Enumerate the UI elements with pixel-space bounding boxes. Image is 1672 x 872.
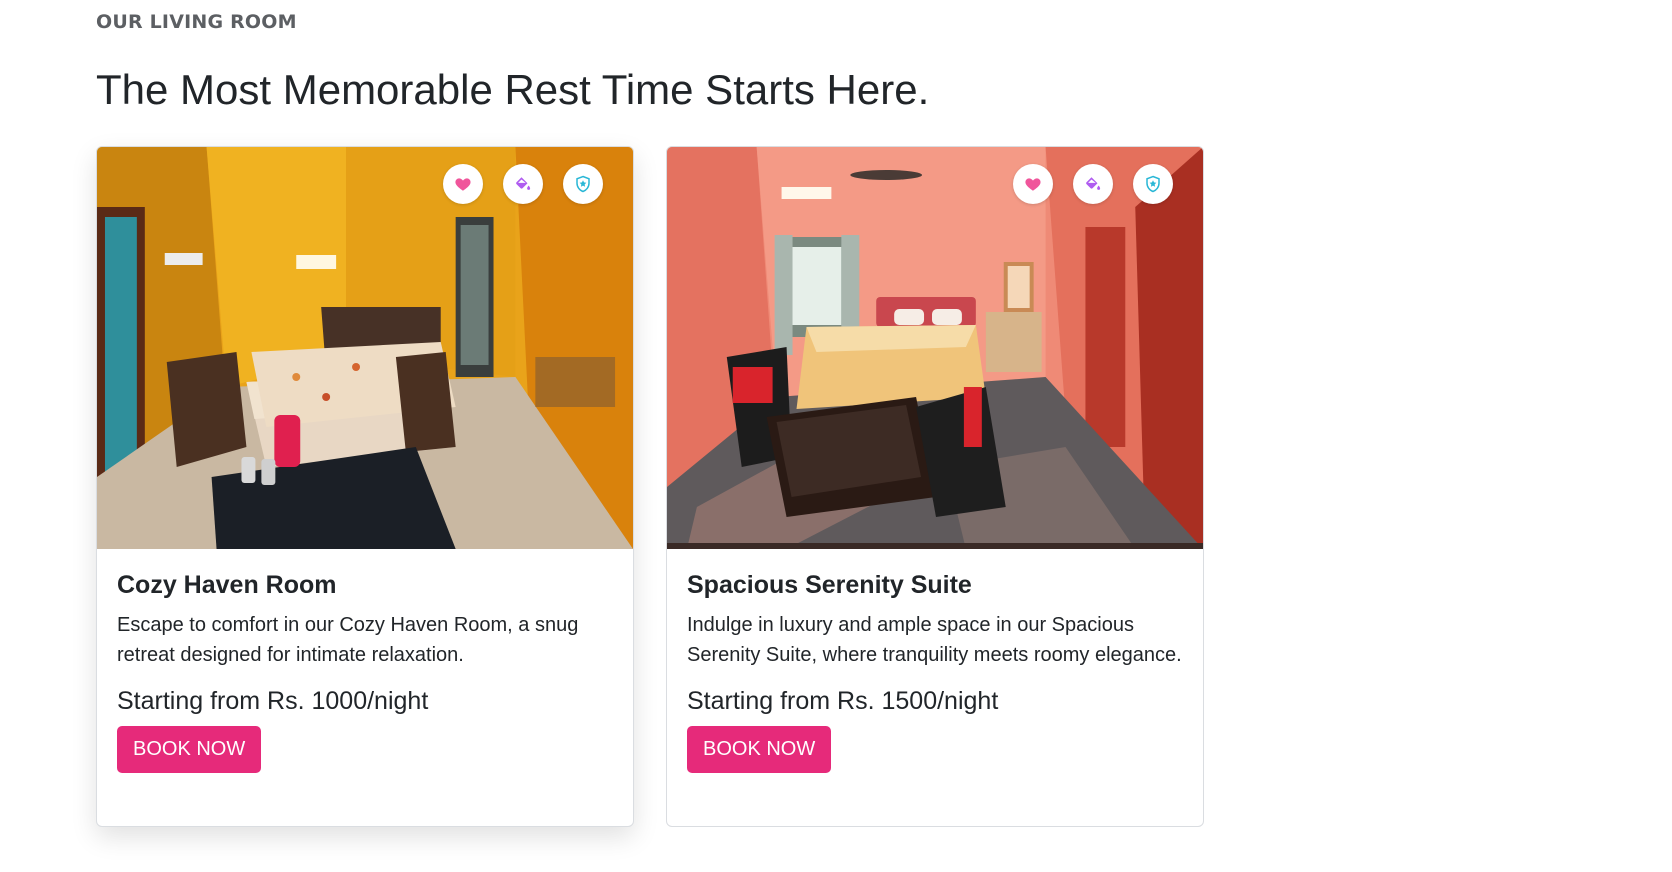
heart-icon — [455, 178, 471, 191]
shield-icon — [1146, 175, 1160, 193]
section-eyebrow: OUR LIVING ROOM — [96, 11, 297, 33]
shield-icon — [576, 175, 590, 193]
security-badge[interactable] — [1133, 164, 1173, 204]
security-badge[interactable] — [563, 164, 603, 204]
room-title: Spacious Serenity Suite — [687, 571, 972, 599]
favorite-badge[interactable] — [1013, 164, 1053, 204]
room-feature-badges — [1013, 164, 1173, 204]
room-description: Indulge in luxury and ample space in our… — [687, 614, 1182, 666]
room-title: Cozy Haven Room — [117, 571, 337, 599]
heart-icon — [1025, 178, 1041, 191]
rooms-section: OUR LIVING ROOM The Most Memorable Rest … — [0, 0, 1672, 872]
room-card-body: Cozy Haven Room Escape to comfort in our… — [97, 549, 633, 773]
room-feature-badges — [443, 164, 603, 204]
room-card-serenity-suite: Spacious Serenity Suite Indulge in luxur… — [666, 146, 1204, 827]
book-now-button[interactable]: BOOK NOW — [117, 726, 262, 773]
room-photo — [97, 147, 633, 549]
favorite-badge[interactable] — [443, 164, 483, 204]
room-description: Escape to comfort in our Cozy Haven Room… — [117, 614, 579, 666]
section-headline: The Most Memorable Rest Time Starts Here… — [96, 66, 930, 113]
paint-bucket-icon — [516, 177, 531, 190]
room-card-cozy-haven: Cozy Haven Room Escape to comfort in our… — [96, 146, 634, 827]
paint-badge[interactable] — [503, 164, 543, 204]
room-cards: Cozy Haven Room Escape to comfort in our… — [96, 146, 1204, 827]
paint-badge[interactable] — [1073, 164, 1113, 204]
room-card-body: Spacious Serenity Suite Indulge in luxur… — [667, 549, 1203, 773]
room-photo-image — [667, 147, 1203, 549]
room-photo-image — [97, 147, 633, 549]
room-price: Starting from Rs. 1500/night — [687, 687, 999, 715]
room-photo — [667, 147, 1203, 549]
paint-bucket-icon — [1086, 177, 1101, 190]
book-now-button[interactable]: BOOK NOW — [687, 726, 832, 773]
room-price: Starting from Rs. 1000/night — [117, 687, 429, 715]
